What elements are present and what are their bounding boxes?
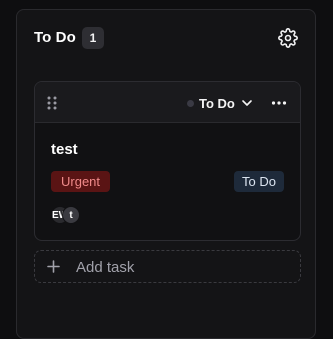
status-dropdown-label: To Do xyxy=(199,95,235,111)
status-dropdown[interactable]: To Do xyxy=(187,92,253,114)
drag-handle-icon[interactable] xyxy=(46,96,58,110)
priority-badge: Urgent xyxy=(51,171,111,192)
todo-column: To Do 1 To Do test Urgent To Do EW t Add… xyxy=(16,9,316,339)
plus-icon xyxy=(47,260,60,273)
task-title: test xyxy=(51,141,78,158)
add-task-label: Add task xyxy=(76,259,135,276)
status-badge: To Do xyxy=(234,171,284,192)
add-task-button[interactable]: Add task xyxy=(34,250,301,283)
avatar[interactable]: t xyxy=(62,206,80,224)
column-header: To Do 1 xyxy=(17,10,315,66)
column-title: To Do xyxy=(34,29,76,46)
more-horizontal-icon[interactable] xyxy=(271,96,287,110)
task-card[interactable]: To Do test Urgent To Do EW t xyxy=(34,81,301,241)
status-dot xyxy=(187,99,194,107)
column-count-badge: 1 xyxy=(82,27,104,49)
card-toolbar: To Do xyxy=(35,82,300,123)
chevron-down-icon xyxy=(242,100,252,106)
gear-icon[interactable] xyxy=(278,28,298,48)
